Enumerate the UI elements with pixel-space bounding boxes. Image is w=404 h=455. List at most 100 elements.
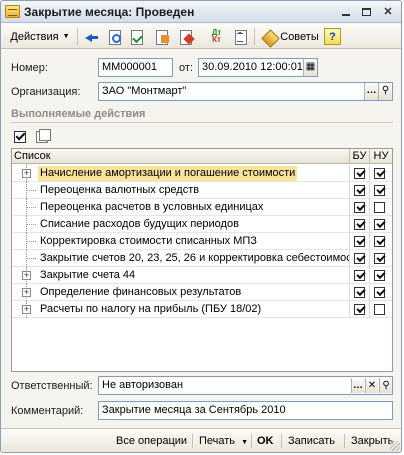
save-button[interactable]: Записать: [288, 433, 335, 449]
cell-action-name[interactable]: + Определение финансовых результатов: [12, 284, 350, 301]
nu-checkbox[interactable]: [374, 202, 385, 213]
table-row[interactable]: + Определение финансовых результатов: [12, 284, 392, 301]
bu-checkbox[interactable]: [354, 236, 365, 247]
bu-checkbox[interactable]: [354, 219, 365, 230]
ledger-button[interactable]: Дт Кт: [207, 27, 226, 46]
cell-action-name[interactable]: Корректировка стоимости списанных МПЗ: [12, 233, 350, 250]
cell-nu: [370, 216, 392, 233]
cell-action-name[interactable]: + Закрытие счета 44: [12, 267, 350, 284]
check-all-icon[interactable]: [13, 128, 29, 143]
nu-checkbox[interactable]: [374, 185, 385, 196]
action-label: Начисление амортизации и погашение стоим…: [38, 166, 298, 181]
action-label: Расчеты по налогу на прибыль (ПБУ 18/02): [40, 303, 262, 315]
nu-checkbox[interactable]: [374, 219, 385, 230]
cell-action-name[interactable]: Списание расходов будущих периодов: [12, 216, 350, 233]
date-field[interactable]: 30.09.2010 12:00:01 ▦: [198, 58, 318, 77]
help-button[interactable]: ?: [324, 28, 341, 45]
cell-bu: [350, 284, 370, 301]
table-row[interactable]: Корректировка стоимости списанных МПЗ: [12, 233, 392, 250]
minimize-button[interactable]: [338, 4, 354, 19]
column-header-bu[interactable]: БУ: [350, 149, 370, 164]
responsible-field[interactable]: Не авторизован … ✕ ⚲: [98, 376, 393, 395]
go-back-button[interactable]: [82, 27, 101, 46]
comment-field[interactable]: Закрытие месяца за Сентябрь 2010: [98, 401, 393, 420]
close-button[interactable]: Закрыть: [351, 433, 393, 449]
post-button[interactable]: [127, 27, 146, 46]
list-doc-icon: [232, 29, 249, 45]
print-button[interactable]: Печать ▼: [199, 433, 248, 449]
table-row[interactable]: + Начисление амортизации и погашение стои…: [12, 165, 392, 182]
bu-checkbox[interactable]: [354, 253, 365, 264]
table-header: Список БУ НУ: [12, 149, 392, 164]
unpost-button[interactable]: [176, 27, 195, 46]
expand-icon[interactable]: +: [22, 288, 31, 297]
calendar-button[interactable]: ▦: [303, 59, 317, 76]
structure-button[interactable]: [231, 27, 250, 46]
responsible-select-button[interactable]: …: [351, 378, 364, 393]
command-separator: [251, 434, 252, 448]
bu-checkbox[interactable]: [354, 304, 365, 315]
expand-icon[interactable]: +: [22, 271, 31, 280]
date-label: от:: [179, 62, 193, 74]
nu-checkbox[interactable]: [374, 287, 385, 298]
document-icon: [5, 5, 20, 18]
unpost-doc-icon: [177, 29, 194, 45]
action-label: Корректировка стоимости списанных МПЗ: [40, 235, 257, 247]
table-row[interactable]: Списание расходов будущих периодов: [12, 216, 392, 233]
org-field[interactable]: ЗАО "Монтмарт" … ⚲: [98, 82, 393, 101]
table-row[interactable]: Закрытие счетов 20, 23, 25, 26 и коррект…: [12, 250, 392, 267]
nu-checkbox[interactable]: [374, 304, 385, 315]
dropdown-arrow-icon: ▼: [62, 33, 70, 40]
table-row[interactable]: Переоценка расчетов в условных единицах: [12, 199, 392, 216]
tips-button[interactable]: Советы: [259, 27, 323, 46]
action-label: Определение финансовых результатов: [40, 286, 242, 298]
column-header-nu[interactable]: НУ: [370, 149, 392, 164]
nu-checkbox[interactable]: [374, 253, 385, 264]
print-label: Печать: [199, 435, 236, 447]
toolbar: Действия ▼ Дт Кт Советы ?: [1, 24, 401, 49]
table-row[interactable]: + Расчеты по налогу на прибыль (ПБУ 18/02…: [12, 301, 392, 318]
post-doc-icon: [128, 29, 145, 45]
action-label: Списание расходов будущих периодов: [40, 218, 239, 230]
section-divider: [11, 122, 393, 123]
nu-checkbox[interactable]: [374, 270, 385, 281]
refresh-button[interactable]: [105, 27, 124, 46]
nu-checkbox[interactable]: [374, 236, 385, 247]
cell-action-name[interactable]: + Начисление амортизации и погашение стои…: [12, 165, 350, 182]
close-window-button[interactable]: ✕: [380, 4, 396, 19]
column-header-list[interactable]: Список: [12, 149, 350, 164]
responsible-search-button[interactable]: ⚲: [379, 378, 392, 393]
command-separator: [281, 434, 282, 448]
bu-checkbox[interactable]: [354, 270, 365, 281]
org-select-button[interactable]: …: [364, 83, 378, 100]
table-row[interactable]: + Закрытие счета 44: [12, 267, 392, 284]
org-search-button[interactable]: ⚲: [378, 83, 392, 100]
table-row[interactable]: Переоценка валютных средств: [12, 182, 392, 199]
title-bar[interactable]: Закрытие месяца: Проведен ✕: [1, 1, 401, 23]
uncheck-all-icon[interactable]: [35, 128, 51, 143]
resize-grip[interactable]: [390, 441, 400, 451]
responsible-clear-button[interactable]: ✕: [365, 378, 378, 393]
bu-checkbox[interactable]: [354, 185, 365, 196]
all-operations-button[interactable]: Все операции: [116, 433, 187, 449]
cell-action-name[interactable]: Переоценка расчетов в условных единицах: [12, 199, 350, 216]
cell-bu: [350, 216, 370, 233]
bu-checkbox[interactable]: [354, 202, 365, 213]
maximize-icon: [361, 8, 371, 17]
cell-action-name[interactable]: Закрытие счетов 20, 23, 25, 26 и коррект…: [12, 250, 350, 267]
cell-nu: [370, 199, 392, 216]
actions-menu-button[interactable]: Действия ▼: [7, 27, 73, 46]
maximize-button[interactable]: [358, 4, 374, 19]
nu-checkbox[interactable]: [374, 168, 385, 179]
ok-button[interactable]: OK: [257, 433, 274, 449]
number-field[interactable]: ММ000001: [98, 58, 173, 77]
cell-action-name[interactable]: Переоценка валютных средств: [12, 182, 350, 199]
expand-icon[interactable]: +: [22, 169, 31, 178]
bu-checkbox[interactable]: [354, 168, 365, 179]
action-label: Закрытие счета 44: [40, 269, 136, 281]
copy-button[interactable]: [152, 27, 171, 46]
bu-checkbox[interactable]: [354, 287, 365, 298]
cell-action-name[interactable]: + Расчеты по налогу на прибыль (ПБУ 18/02…: [12, 301, 350, 318]
cell-nu: [370, 250, 392, 267]
expand-icon[interactable]: +: [22, 305, 31, 314]
